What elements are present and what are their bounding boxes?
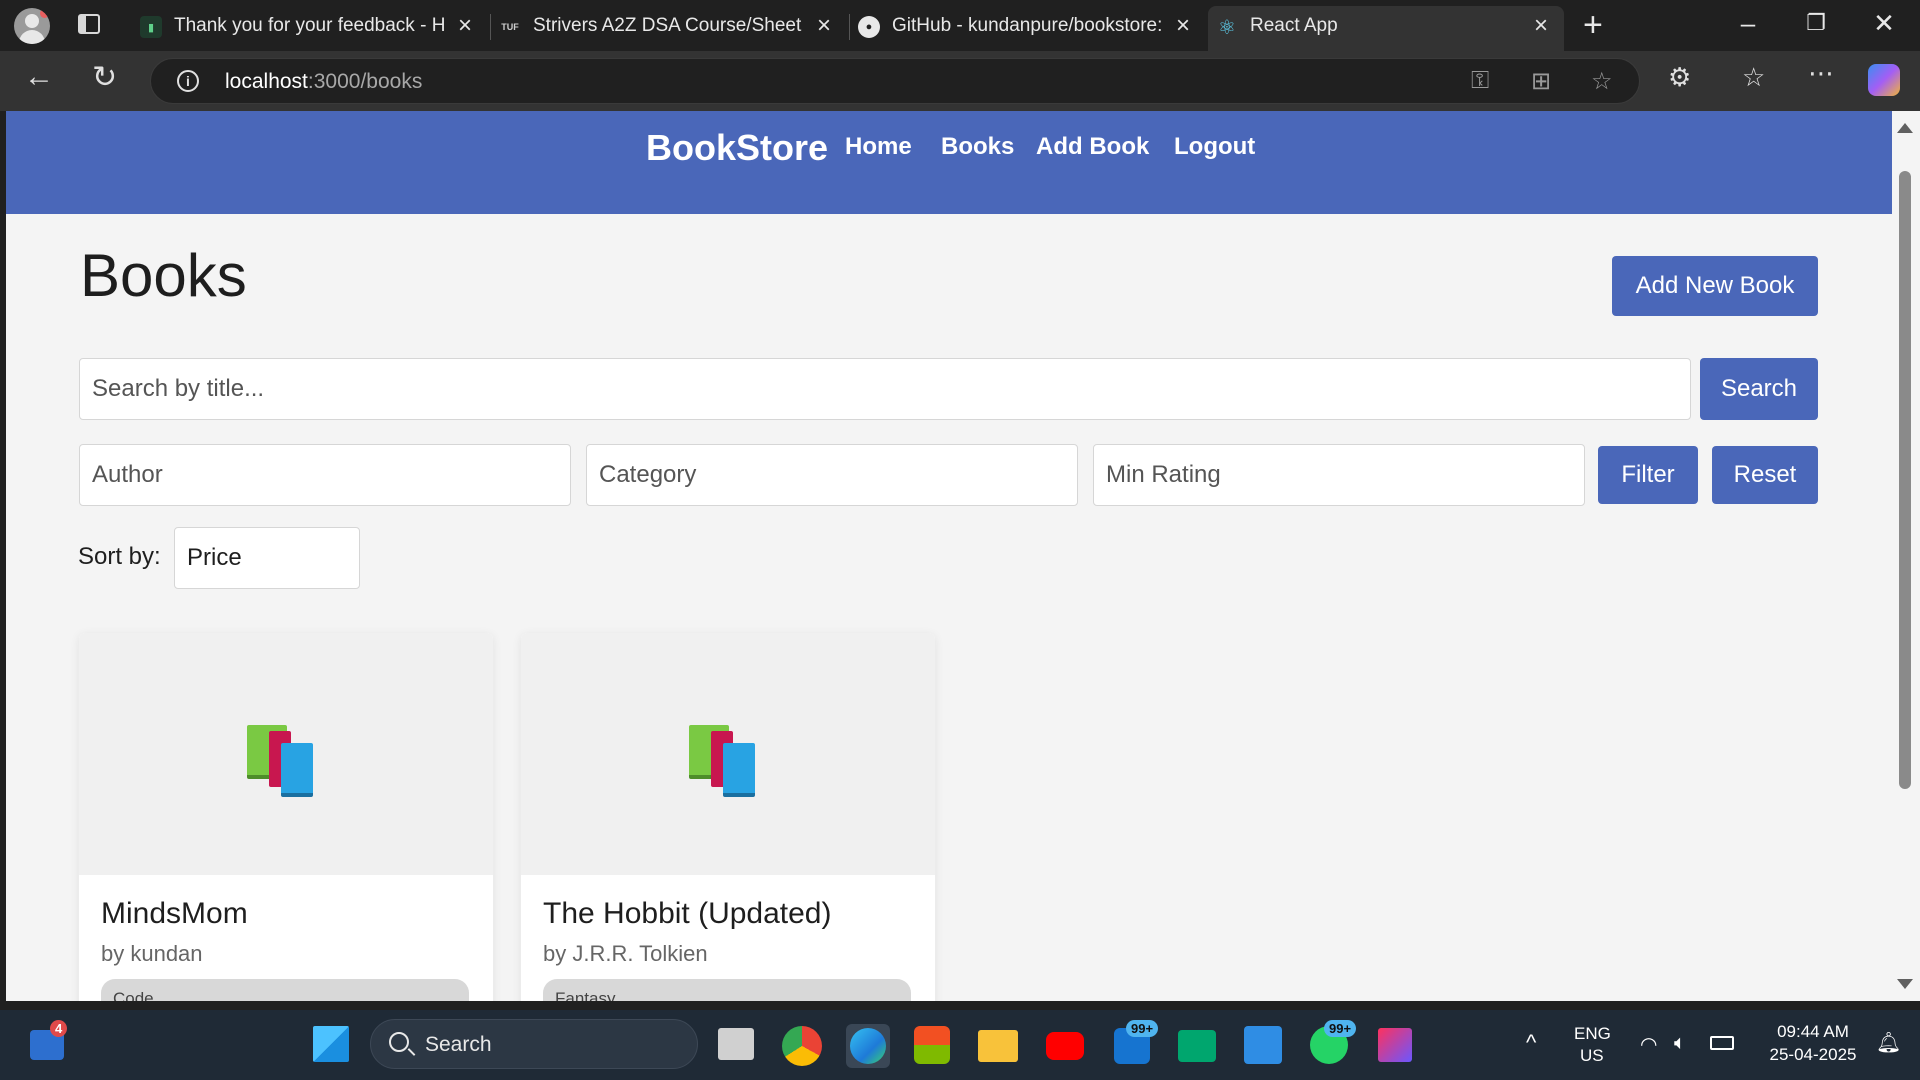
volume-icon[interactable]: 🔈︎ (1674, 1032, 1686, 1055)
feedback-icon: ▮ (140, 16, 162, 38)
scroll-down-icon[interactable] (1897, 979, 1913, 989)
minimize-icon[interactable]: – (1728, 8, 1768, 39)
tab-title: Thank you for your feedback - Ha (174, 15, 444, 36)
profile-avatar-icon[interactable] (14, 8, 50, 44)
filter-button[interactable]: Filter (1598, 446, 1698, 504)
refresh-icon[interactable]: ↻ (92, 60, 117, 95)
tab-strivers[interactable]: TUF Strivers A2Z DSA Course/Sheet - ( × (491, 6, 847, 51)
wifi-icon[interactable]: ◠ (1640, 1032, 1657, 1057)
books-icon (689, 725, 765, 797)
page-scrollbar[interactable] (1892, 111, 1920, 1001)
vscode-icon[interactable] (1244, 1026, 1282, 1064)
close-window-icon[interactable]: ✕ (1864, 8, 1904, 39)
book-category-badge: Code (101, 979, 469, 1001)
site-info-icon[interactable]: i (177, 70, 199, 92)
chrome-icon[interactable] (782, 1026, 822, 1066)
language-top[interactable]: ENG (1574, 1024, 1611, 1044)
notifications-bell-icon[interactable]: 🔔︎ (1876, 1030, 1901, 1055)
github-icon: ● (858, 16, 880, 38)
extensions-icon[interactable]: ⚙ (1668, 62, 1691, 93)
back-icon[interactable]: ← (24, 60, 54, 94)
sort-label: Sort by: (78, 543, 161, 570)
nav-link-books[interactable]: Books (941, 133, 1014, 161)
tab-actions-icon[interactable] (78, 14, 100, 34)
copilot-icon[interactable] (1868, 64, 1900, 96)
search-title-input[interactable]: Search by title... (79, 358, 1691, 420)
tab-react-app[interactable]: ⚛ React App × (1208, 6, 1564, 51)
book-author: by kundan (101, 941, 203, 966)
page-viewport: BookStore Home Books Add Book Logout Boo… (6, 111, 1892, 1001)
youtube-icon[interactable] (1046, 1032, 1084, 1060)
book-card[interactable]: MindsMom by kundan Code (79, 633, 493, 1001)
book-category-badge: Fantasy (543, 979, 911, 1001)
taskbar (0, 1010, 1920, 1080)
outlook-badge: 99+ (1126, 1020, 1159, 1037)
whatsapp-badge: 99+ (1324, 1020, 1357, 1037)
author-filter-input[interactable]: Author (79, 444, 571, 506)
app-available-icon[interactable]: ⊞ (1531, 67, 1551, 96)
browser-titlebar: ▮ Thank you for your feedback - Ha × TUF… (0, 0, 1920, 51)
address-bar[interactable]: i localhost:3000/books ⚿ ⊞ ☆ (150, 58, 1640, 104)
min-rating-filter-input[interactable]: Min Rating (1093, 444, 1585, 506)
url-host: localhost (225, 70, 308, 93)
react-icon: ⚛ (1218, 16, 1236, 39)
url-path: :3000/books (307, 70, 423, 93)
tab-github[interactable]: ● GitHub - kundanpure/bookstore: × (850, 6, 1206, 51)
taskbar-search-label: Search (425, 1033, 492, 1056)
search-icon (389, 1032, 409, 1052)
nav-link-add-book[interactable]: Add Book (1036, 133, 1149, 161)
navbar: BookStore Home Books Add Book Logout (6, 111, 1892, 214)
clock-date[interactable]: 25-04-2025 (1760, 1045, 1866, 1065)
reset-button[interactable]: Reset (1712, 446, 1818, 504)
meet-icon[interactable] (1178, 1030, 1216, 1062)
favorite-star-icon[interactable]: ☆ (1591, 67, 1613, 96)
close-tab-icon[interactable]: × (817, 14, 831, 38)
close-tab-icon[interactable]: × (458, 14, 472, 38)
book-card[interactable]: The Hobbit (Updated) by J.R.R. Tolkien F… (521, 633, 935, 1001)
battery-icon[interactable] (1710, 1036, 1734, 1050)
close-tab-icon[interactable]: × (1534, 14, 1548, 38)
tuf-icon: TUF (501, 22, 519, 32)
more-menu-icon[interactable]: ⋯ (1808, 58, 1834, 89)
edge-icon[interactable] (850, 1028, 886, 1064)
page-title: Books (80, 242, 247, 309)
scroll-up-icon[interactable] (1897, 123, 1913, 133)
taskbar-search[interactable]: Search (370, 1019, 698, 1069)
tab-title: Strivers A2Z DSA Course/Sheet - ( (533, 15, 803, 36)
book-author: by J.R.R. Tolkien (543, 941, 708, 966)
brand-logo[interactable]: BookStore (646, 127, 828, 169)
task-view-icon[interactable] (718, 1028, 754, 1060)
nav-link-logout[interactable]: Logout (1174, 133, 1255, 161)
book-title[interactable]: The Hobbit (Updated) (543, 897, 832, 931)
clock-time[interactable]: 09:44 AM (1760, 1022, 1866, 1042)
books-icon (247, 725, 323, 797)
book-cover (79, 633, 493, 875)
file-explorer-icon[interactable] (978, 1030, 1018, 1062)
new-tab-icon[interactable]: + (1583, 6, 1603, 45)
add-new-book-button[interactable]: Add New Book (1612, 256, 1818, 316)
sort-select[interactable]: Price (174, 527, 360, 589)
favorites-icon[interactable]: ☆ (1742, 62, 1765, 93)
store-icon[interactable] (914, 1026, 950, 1064)
book-title[interactable]: MindsMom (101, 897, 248, 931)
show-hidden-icons-icon[interactable]: ^ (1526, 1030, 1536, 1056)
search-button[interactable]: Search (1700, 358, 1818, 420)
tab-title: React App (1250, 15, 1338, 36)
password-key-icon[interactable]: ⚿ (1471, 67, 1489, 95)
restore-icon[interactable]: ❐ (1796, 10, 1836, 36)
tab-feedback[interactable]: ▮ Thank you for your feedback - Ha × (132, 6, 488, 51)
book-cover (521, 633, 935, 875)
intellij-icon[interactable] (1378, 1028, 1412, 1062)
nav-link-home[interactable]: Home (845, 133, 912, 161)
category-filter-input[interactable]: Category (586, 444, 1078, 506)
scrollbar-thumb[interactable] (1899, 171, 1911, 789)
language-bottom[interactable]: US (1580, 1046, 1604, 1066)
start-icon[interactable] (313, 1026, 349, 1062)
close-tab-icon[interactable]: × (1176, 14, 1190, 38)
tab-title: GitHub - kundanpure/bookstore: (892, 15, 1162, 36)
address-url[interactable]: localhost:3000/books (225, 70, 422, 94)
